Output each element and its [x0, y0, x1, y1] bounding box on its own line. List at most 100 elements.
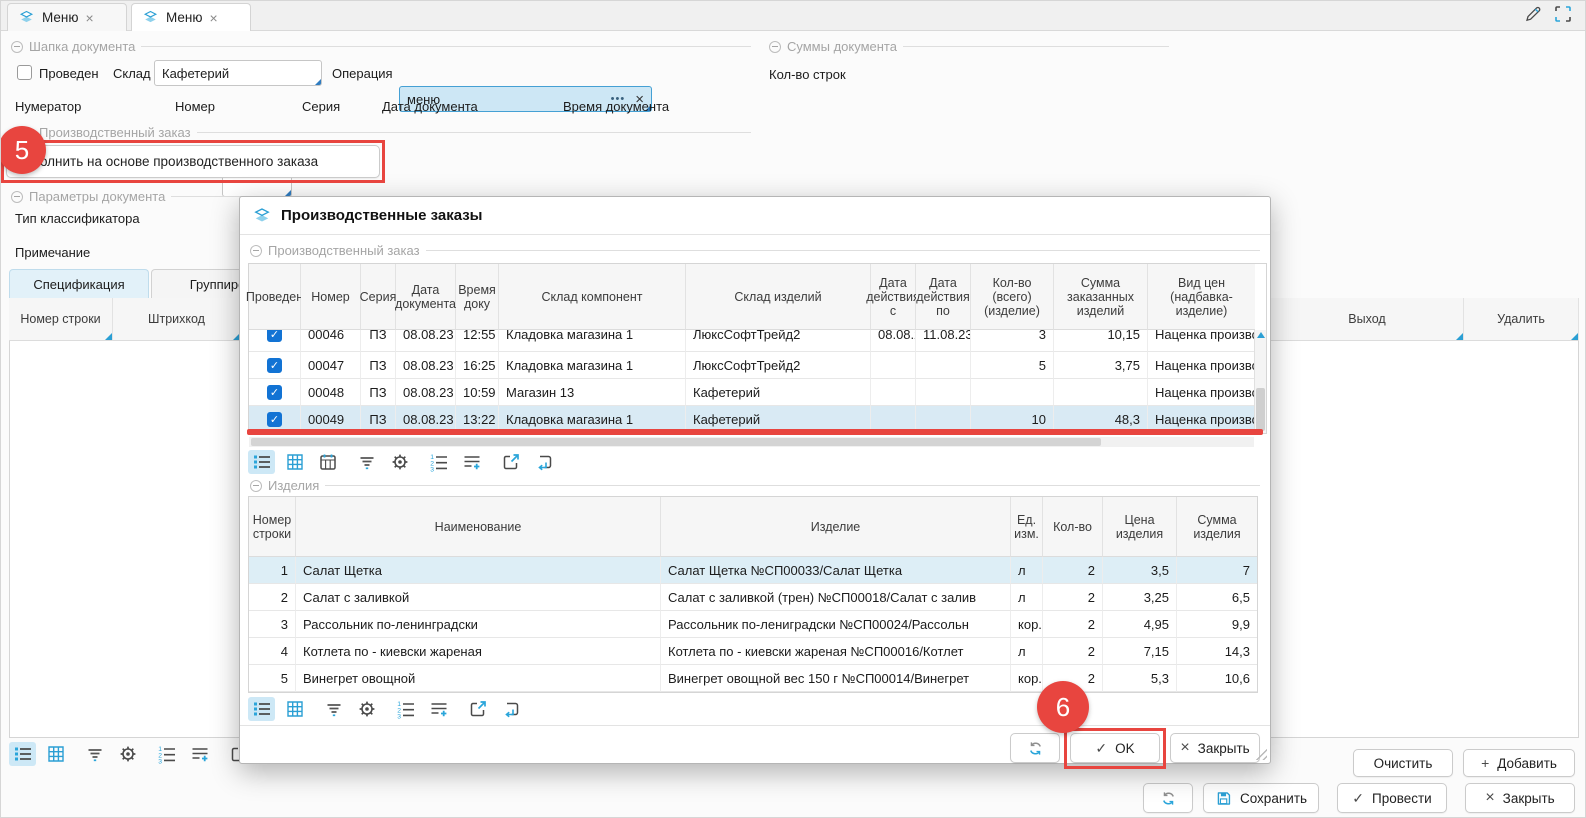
- col-number[interactable]: Номер: [301, 264, 361, 330]
- annotation-badge-6: 6: [1037, 681, 1089, 733]
- clear-button[interactable]: Очистить: [1353, 749, 1453, 777]
- col-wh-product[interactable]: Склад изделий: [686, 264, 871, 330]
- numbered-list-icon[interactable]: [392, 697, 419, 721]
- numbered-list-icon[interactable]: [425, 450, 452, 474]
- doc-date-label: Дата документа: [382, 93, 478, 119]
- col-wh-component[interactable]: Склад компонент: [499, 264, 686, 330]
- cell-series: ПЗ: [361, 379, 396, 406]
- order-row[interactable]: ✓ 00047 ПЗ 08.08.23 16:25 Кладовка магаз…: [249, 352, 1266, 379]
- col-row-number[interactable]: Номер строки: [249, 497, 296, 557]
- product-row[interactable]: 3 Рассольник по-ленинградски Рассольник …: [249, 611, 1257, 638]
- orders-horizontal-scrollbar[interactable]: [249, 437, 1254, 447]
- col-posted[interactable]: Проведен: [249, 264, 301, 330]
- col-date-from[interactable]: Дата действия с: [871, 264, 916, 330]
- col-qty[interactable]: Кол-во (всего) (изделие): [971, 264, 1054, 330]
- refresh-button[interactable]: [1143, 783, 1193, 813]
- settings-gear-icon[interactable]: [353, 697, 380, 721]
- add-list-icon[interactable]: [458, 450, 485, 474]
- spec-col-row-number[interactable]: Номер строки: [9, 298, 113, 341]
- filter-icon[interactable]: [353, 450, 380, 474]
- collapse-icon[interactable]: [250, 245, 262, 257]
- orders-vertical-scrollbar[interactable]: [1254, 330, 1266, 433]
- open-external-icon[interactable]: [497, 450, 524, 474]
- order-row[interactable]: ✓ 00048 ПЗ 08.08.23 10:59 Магазин 13 Каф…: [249, 379, 1266, 406]
- calendar-icon[interactable]: [314, 450, 341, 474]
- list-view-icon[interactable]: [9, 742, 36, 766]
- posted-checkbox[interactable]: [17, 65, 32, 80]
- list-view-icon[interactable]: [248, 450, 275, 474]
- collapse-icon[interactable]: [11, 191, 23, 203]
- cell-qty: 2: [1043, 638, 1103, 665]
- edit-pencil-icon[interactable]: [1523, 4, 1543, 24]
- dialog-close-button[interactable]: × Закрыть: [1170, 733, 1260, 763]
- settings-gear-icon[interactable]: [386, 450, 413, 474]
- orders-toolbar: [248, 450, 557, 474]
- reload-table-icon[interactable]: [497, 697, 524, 721]
- col-price-kind[interactable]: Вид цен (надбавка-изделие): [1148, 264, 1255, 330]
- add-button[interactable]: + Добавить: [1463, 749, 1575, 777]
- col-product[interactable]: Изделие: [661, 497, 1011, 557]
- col-price[interactable]: Цена изделия: [1103, 497, 1177, 557]
- warehouse-input[interactable]: Кафетерий: [154, 60, 322, 86]
- row-checkbox[interactable]: ✓: [267, 330, 282, 342]
- spec-col-barcode[interactable]: Штрихкод: [113, 298, 241, 341]
- collapse-icon[interactable]: [250, 480, 262, 492]
- tab-menu-2[interactable]: Меню ×: [131, 3, 251, 31]
- col-series[interactable]: Серия: [361, 264, 396, 330]
- cell-date-from: [871, 379, 916, 406]
- row-checkbox[interactable]: ✓: [267, 385, 282, 400]
- tab-bar: Меню × Меню ×: [1, 1, 1586, 31]
- collapse-icon[interactable]: [769, 41, 781, 53]
- grid-view-icon[interactable]: [281, 450, 308, 474]
- product-row[interactable]: 4 Котлета по - киевски жареная Котлета п…: [249, 638, 1257, 665]
- col-unit[interactable]: Ед. изм.: [1011, 497, 1043, 557]
- cell-name: Салат Щетка: [296, 557, 661, 584]
- tab-specification[interactable]: Спецификация: [9, 269, 149, 298]
- order-row[interactable]: ✓ 00046 ПЗ 08.08.23 12:55 Кладовка магаз…: [249, 330, 1266, 352]
- add-list-icon[interactable]: [425, 697, 452, 721]
- product-row[interactable]: 2 Салат с заливкой Салат с заливкой (тре…: [249, 584, 1257, 611]
- tab-menu-1[interactable]: Меню ×: [7, 3, 127, 31]
- add-list-icon[interactable]: [186, 742, 213, 766]
- col-sum[interactable]: Сумма заказанных изделий: [1054, 264, 1148, 330]
- filter-icon[interactable]: [81, 742, 108, 766]
- expand-corners-icon[interactable]: [1553, 4, 1573, 24]
- spec-col-delete[interactable]: Удалить: [1464, 298, 1579, 341]
- cell-doc-date: 08.08.23: [396, 330, 456, 352]
- spec-col-output[interactable]: Выход: [1271, 298, 1464, 341]
- col-sum[interactable]: Сумма изделия: [1177, 497, 1257, 557]
- row-checkbox[interactable]: ✓: [267, 412, 282, 427]
- numbered-list-icon[interactable]: [153, 742, 180, 766]
- tab-close-icon[interactable]: ×: [86, 11, 94, 25]
- post-button[interactable]: ✓ Провести: [1337, 783, 1447, 813]
- list-view-icon[interactable]: [248, 697, 275, 721]
- col-qty[interactable]: Кол-во: [1043, 497, 1103, 557]
- filter-icon[interactable]: [320, 697, 347, 721]
- settings-gear-icon[interactable]: [114, 742, 141, 766]
- scroll-up-icon[interactable]: [1257, 332, 1265, 338]
- grid-view-icon[interactable]: [281, 697, 308, 721]
- product-row-selected[interactable]: 1 Салат Щетка Салат Щетка №СП00033/Салат…: [249, 557, 1257, 584]
- close-button[interactable]: × Закрыть: [1465, 783, 1575, 813]
- save-button[interactable]: Сохранить: [1203, 783, 1319, 813]
- reload-table-icon[interactable]: [530, 450, 557, 474]
- cell-date-from: [871, 352, 916, 379]
- collapse-icon[interactable]: [11, 41, 23, 53]
- fill-from-prod-order-button[interactable]: Заполнить на основе производственного за…: [6, 145, 380, 178]
- cell-product: Салат Щетка №СП00033/Салат Щетка: [661, 557, 1011, 584]
- dialog-ok-button[interactable]: ✓ OK: [1070, 733, 1160, 763]
- dialog-refresh-button[interactable]: [1010, 733, 1060, 763]
- grid-view-icon[interactable]: [42, 742, 69, 766]
- scrollbar-thumb[interactable]: [251, 438, 1101, 446]
- col-doc-date[interactable]: Дата документа: [396, 264, 456, 330]
- product-row[interactable]: 5 Винегрет овощной Винегрет овощной вес …: [249, 665, 1257, 692]
- cell-unit: л: [1011, 584, 1043, 611]
- cell-price-kind: Наценка произвс: [1148, 352, 1255, 379]
- open-external-icon[interactable]: [464, 697, 491, 721]
- row-checkbox[interactable]: ✓: [267, 358, 282, 373]
- tab-close-icon[interactable]: ×: [210, 11, 218, 25]
- col-date-to[interactable]: Дата действия по: [916, 264, 971, 330]
- col-doc-time[interactable]: Время доку: [456, 264, 499, 330]
- scrollbar-thumb[interactable]: [1256, 388, 1265, 431]
- col-name[interactable]: Наименование: [296, 497, 661, 557]
